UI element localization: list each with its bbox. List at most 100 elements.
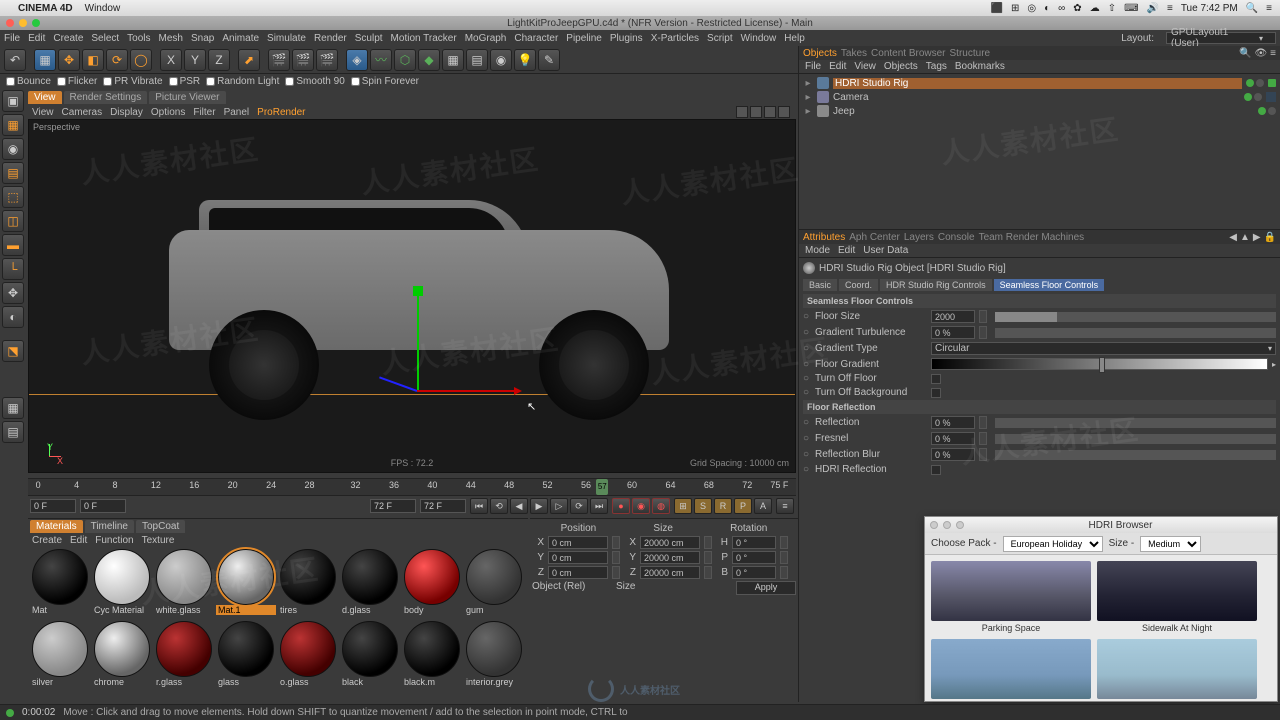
subtab-coord[interactable]: Coord. xyxy=(839,279,878,291)
console-tab[interactable]: Console xyxy=(938,232,975,243)
spinner[interactable] xyxy=(979,326,987,339)
topcoat-tab[interactable]: TopCoat xyxy=(136,520,185,533)
prvibrate-toggle[interactable]: PR Vibrate xyxy=(103,76,162,87)
smooth90-toggle[interactable]: Smooth 90 xyxy=(285,76,344,87)
autokey-button[interactable]: ◉ xyxy=(632,498,650,514)
floor-size-slider[interactable] xyxy=(995,312,1276,322)
obj-menu-file[interactable]: File xyxy=(805,61,821,72)
tray-icon[interactable]: 🔊 xyxy=(1147,3,1159,14)
bounce-toggle[interactable]: Bounce xyxy=(6,76,51,87)
coord-mode-dropdown[interactable]: Object (Rel) xyxy=(532,581,612,595)
attr-menu-userdata[interactable]: User Data xyxy=(863,245,908,256)
material-item[interactable]: r.glass xyxy=(154,621,214,691)
vmenu-options[interactable]: Options xyxy=(151,107,185,118)
material-item[interactable]: Cyc Material xyxy=(92,549,152,619)
tray-icon[interactable]: ✿ xyxy=(1073,3,1081,14)
view-tab-rendersettings[interactable]: Render Settings xyxy=(64,91,148,104)
visibility-dots[interactable] xyxy=(1258,107,1276,115)
fresnel-field[interactable]: 0 % xyxy=(931,432,975,445)
mat-menu-create[interactable]: Create xyxy=(32,535,62,546)
menu-character[interactable]: Character xyxy=(514,33,558,44)
tray-icon[interactable]: ⊞ xyxy=(1011,3,1019,14)
goto-end-button[interactable]: ⏭ xyxy=(590,498,608,514)
mac-clock[interactable]: Tue 7:42 PM xyxy=(1181,3,1238,14)
hdri-browser-window[interactable]: HDRI Browser Choose Pack - European Holi… xyxy=(924,516,1278,702)
model-mode-button[interactable]: ▦ xyxy=(2,114,24,136)
rot-key-button[interactable]: R xyxy=(714,498,732,514)
floor-size-field[interactable]: 2000 xyxy=(931,310,975,323)
object-row[interactable]: ▸HDRI Studio Rig xyxy=(803,76,1276,90)
environment-button[interactable]: ▦ xyxy=(442,49,464,71)
viewport-nav-icon[interactable] xyxy=(778,106,790,118)
spinner[interactable] xyxy=(780,551,788,564)
gradient-expand-icon[interactable]: ▸ xyxy=(1272,360,1276,369)
spinner[interactable] xyxy=(979,310,987,323)
app-name[interactable]: CINEMA 4D xyxy=(18,3,73,14)
light-button[interactable]: ◉ xyxy=(490,49,512,71)
hdri-item[interactable] xyxy=(931,639,1091,701)
object-tree[interactable]: ▸HDRI Studio Rig▸Camera▸Jeep xyxy=(799,74,1280,120)
rotate-tool[interactable]: ⟳ xyxy=(106,49,128,71)
play-button[interactable]: ▶ xyxy=(530,498,548,514)
render-settings-button[interactable]: 🎬 xyxy=(316,49,338,71)
subtab-rigcontrols[interactable]: HDR Studio Rig Controls xyxy=(880,279,992,291)
menu-script[interactable]: Script xyxy=(707,33,733,44)
spinner[interactable] xyxy=(612,536,620,549)
deformer-button[interactable]: ◆ xyxy=(418,49,440,71)
menu-xparticles[interactable]: X-Particles xyxy=(651,33,699,44)
obj-menu-view[interactable]: View xyxy=(854,61,876,72)
axis-mode-button[interactable]: └ xyxy=(2,258,24,280)
material-item[interactable]: chrome xyxy=(92,621,152,691)
layers-tab[interactable]: Layers xyxy=(904,232,934,243)
generator-button[interactable]: ⬡ xyxy=(394,49,416,71)
timeline-ruler[interactable]: 0 4 8 12 16 20 24 28 32 36 40 44 48 52 5… xyxy=(28,478,796,496)
grad-turb-slider[interactable] xyxy=(995,328,1276,338)
mat-menu-edit[interactable]: Edit xyxy=(70,535,87,546)
vmenu-cameras[interactable]: Cameras xyxy=(62,107,103,118)
materials-tab[interactable]: Materials xyxy=(30,520,83,533)
disclosure-icon[interactable]: ▸ xyxy=(803,106,813,117)
spinner[interactable] xyxy=(704,551,712,564)
nav-back-icon[interactable]: ◀ xyxy=(1229,232,1237,243)
refl-blur-slider[interactable] xyxy=(995,450,1276,460)
material-item[interactable]: d.glass xyxy=(340,549,400,619)
scale-tool[interactable]: ◧ xyxy=(82,49,104,71)
material-item[interactable]: interior.grey xyxy=(464,621,524,691)
apply-button[interactable]: Apply xyxy=(736,581,796,595)
object-name[interactable]: HDRI Studio Rig xyxy=(833,78,1242,89)
subtab-basic[interactable]: Basic xyxy=(803,279,837,291)
param-key-button[interactable]: P xyxy=(734,498,752,514)
axis-z-button[interactable]: Z xyxy=(208,49,230,71)
position-field[interactable]: 0 cm xyxy=(548,536,608,549)
hdri-item[interactable] xyxy=(1097,639,1257,701)
mat-menu-texture[interactable]: Texture xyxy=(142,535,175,546)
material-item[interactable]: o.glass xyxy=(278,621,338,691)
tray-icon[interactable]: ☁ xyxy=(1090,3,1100,14)
takes-tab[interactable]: Takes xyxy=(841,48,867,59)
size-field[interactable]: 20000 cm xyxy=(640,536,700,549)
spinforever-toggle[interactable]: Spin Forever xyxy=(351,76,419,87)
view-tab-view[interactable]: View xyxy=(28,91,62,104)
menu-edit[interactable]: Edit xyxy=(28,33,45,44)
edge-mode-button[interactable]: ◫ xyxy=(2,210,24,232)
coord-system-button[interactable]: ⬈ xyxy=(238,49,260,71)
pack-dropdown[interactable]: European Holiday xyxy=(1003,536,1103,552)
gizmo-x-axis[interactable] xyxy=(417,390,517,392)
grad-turb-field[interactable]: 0 % xyxy=(931,326,975,339)
visibility-dots[interactable] xyxy=(1246,79,1264,87)
obj-menu-bookmarks[interactable]: Bookmarks xyxy=(955,61,1005,72)
scene-light-button[interactable]: 💡 xyxy=(514,49,536,71)
material-item[interactable]: black xyxy=(340,621,400,691)
prev-key-button[interactable]: ⟲ xyxy=(490,498,508,514)
preview-end-field[interactable]: 72 F xyxy=(370,499,416,513)
fresnel-slider[interactable] xyxy=(995,434,1276,444)
current-frame-field[interactable]: 0 F xyxy=(80,499,126,513)
teamrender-tab[interactable]: Team Render Machines xyxy=(979,232,1085,243)
end-frame-field[interactable]: 72 F xyxy=(420,499,466,513)
menu-render[interactable]: Render xyxy=(314,33,347,44)
spinner[interactable] xyxy=(704,536,712,549)
object-name[interactable]: Jeep xyxy=(833,106,1254,117)
tray-icon[interactable]: ∞ xyxy=(1058,3,1065,14)
material-item[interactable]: Mat xyxy=(30,549,90,619)
viewport-nav-icon[interactable] xyxy=(764,106,776,118)
